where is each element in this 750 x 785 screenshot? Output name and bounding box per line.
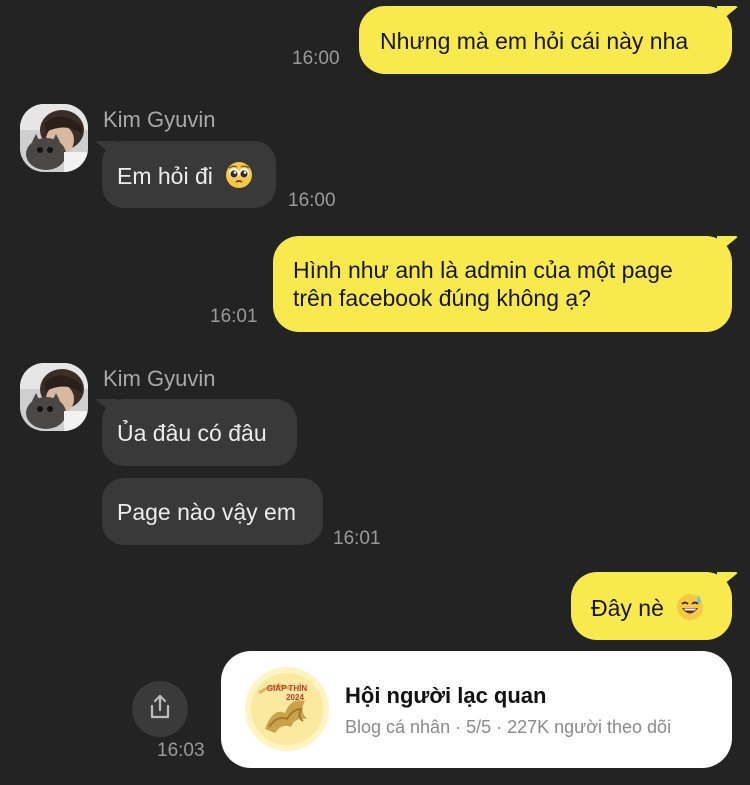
message-time: 16:03 xyxy=(157,740,205,761)
avatar[interactable] xyxy=(20,104,88,172)
sender-name: Kim Gyuvin xyxy=(103,366,216,391)
share-button[interactable] xyxy=(132,681,188,737)
grinning-sweat-face-icon xyxy=(676,593,704,627)
incoming-message[interactable]: Page nào vậy em xyxy=(102,478,323,545)
incoming-message[interactable]: Ủa đâu có đâu xyxy=(102,399,297,466)
avatar-photo xyxy=(20,104,88,172)
avatar[interactable] xyxy=(20,363,88,431)
pleading-face-icon xyxy=(225,161,253,195)
message-time: 16:01 xyxy=(210,306,258,327)
outgoing-message[interactable]: Hình như anh là admin của một page trên … xyxy=(273,236,732,332)
message-text: Ủa đâu có đâu xyxy=(117,420,267,446)
message-text: Em hỏi đi xyxy=(117,163,213,189)
avatar-photo xyxy=(20,363,88,431)
page-logo: GIÁP THÌN 2024 xyxy=(245,667,329,751)
message-text: Nhưng mà em hỏi cái này nha xyxy=(380,28,689,54)
message-text-line: trên facebook đúng không ạ? xyxy=(293,285,591,311)
message-text: Đây nè xyxy=(591,595,664,621)
logo-text: GIÁP THÌN xyxy=(267,684,308,693)
sender-name: Kim Gyuvin xyxy=(103,107,216,132)
shared-page-card[interactable]: GIÁP THÌN 2024 Hội người lạc quan Blog c… xyxy=(221,651,732,768)
share-icon xyxy=(146,693,174,726)
message-time: 16:00 xyxy=(292,48,340,69)
incoming-message[interactable]: Em hỏi đi xyxy=(102,141,276,208)
outgoing-message[interactable]: Nhưng mà em hỏi cái này nha xyxy=(359,6,732,74)
message-text: Page nào vậy em xyxy=(117,499,297,525)
logo-text: 2024 xyxy=(286,693,304,702)
message-text-line: Hình như anh là admin của một page xyxy=(293,257,673,283)
outgoing-message[interactable]: Đây nè xyxy=(571,572,732,640)
message-time: 16:01 xyxy=(333,528,381,549)
page-meta: Blog cá nhân · 5/5 · 227K người theo dõi xyxy=(345,717,672,737)
message-time: 16:00 xyxy=(288,190,336,211)
page-title: Hội người lạc quan xyxy=(345,683,547,708)
